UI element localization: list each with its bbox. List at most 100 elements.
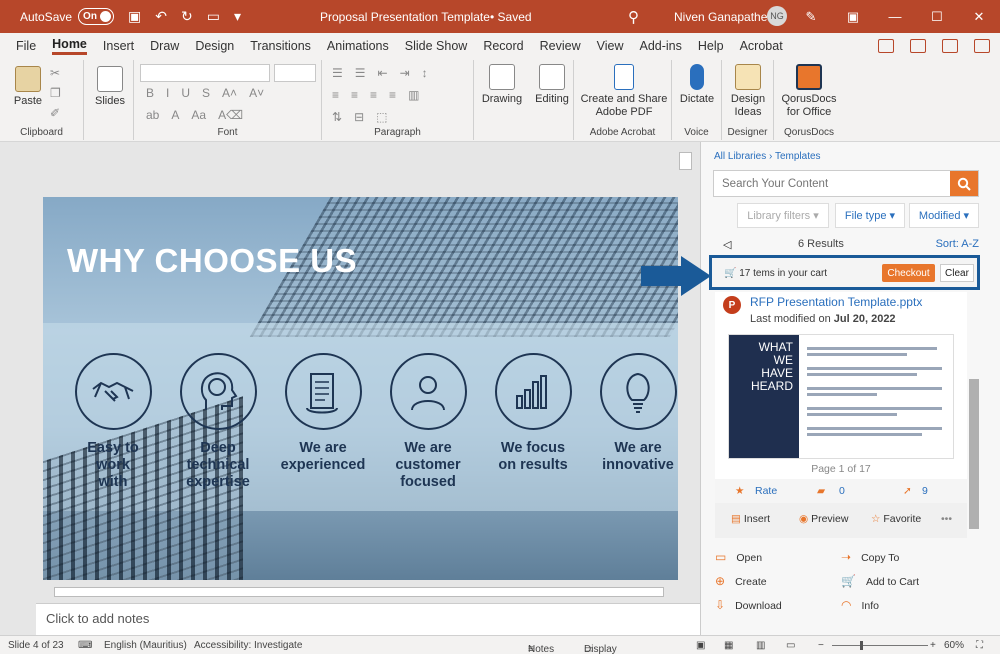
slide-title[interactable]: WHY CHOOSE US: [67, 242, 357, 280]
feature-item[interactable]: Deep technical expertise: [168, 353, 268, 491]
breadcrumb-current[interactable]: Templates: [775, 151, 821, 162]
feature-item[interactable]: We focus on results: [483, 353, 583, 474]
normal-view-icon[interactable]: ▣: [696, 640, 705, 651]
slides-button[interactable]: Slides: [92, 66, 128, 107]
drawing-button[interactable]: Drawing: [480, 64, 524, 105]
library-filters-dropdown[interactable]: Library filters ▾: [737, 203, 829, 228]
pen-icon[interactable]: ✎: [790, 9, 832, 25]
italic-icon[interactable]: I: [166, 86, 169, 100]
panel-scrollbar[interactable]: [969, 379, 979, 529]
accessibility-indicator[interactable]: Accessibility: Investigate: [194, 640, 302, 651]
text-effects-icon[interactable]: Aa: [191, 108, 206, 122]
search-input[interactable]: [714, 171, 950, 196]
present-online-icon[interactable]: [942, 38, 958, 53]
comment-icon[interactable]: ▰: [817, 485, 825, 497]
paste-button[interactable]: Paste: [10, 66, 46, 107]
more-button[interactable]: •••: [941, 513, 952, 525]
feature-item[interactable]: We are innovative: [588, 353, 678, 474]
template-preview[interactable]: WHAT WE HAVE HEARD: [728, 334, 954, 459]
tab-insert[interactable]: Insert: [103, 39, 134, 53]
justify-icon[interactable]: ≡: [389, 88, 396, 102]
share-icon[interactable]: [974, 38, 990, 53]
text-highlight-icon[interactable]: ab: [146, 108, 159, 122]
create-share-pdf-button[interactable]: Create and Share Adobe PDF: [578, 64, 670, 119]
cursor-click-icon[interactable]: ➚: [903, 485, 912, 497]
modified-dropdown[interactable]: Modified ▾: [909, 203, 979, 228]
fit-slide-icon[interactable]: ⛶: [976, 640, 983, 651]
tab-acrobat[interactable]: Acrobat: [740, 39, 783, 53]
slide-canvas[interactable]: WHY CHOOSE US Easy to work with Deep tec…: [43, 197, 678, 580]
tab-view[interactable]: View: [597, 39, 624, 53]
feature-item[interactable]: We are customer focused: [378, 353, 478, 491]
font-color-icon[interactable]: A: [171, 108, 179, 122]
copy-to-action[interactable]: ➝ Copy To: [841, 550, 899, 564]
notes-pane[interactable]: Click to add notes: [36, 603, 700, 635]
design-ideas-button[interactable]: Design Ideas: [726, 64, 770, 119]
clear-button[interactable]: Clear: [940, 264, 974, 282]
editing-button[interactable]: Editing: [532, 64, 572, 105]
strikethrough-icon[interactable]: S: [202, 86, 210, 100]
align-text-icon[interactable]: ⊟: [354, 110, 364, 124]
download-action[interactable]: ⇩ Download: [715, 598, 782, 612]
slide-sorter-icon[interactable]: ▦: [724, 640, 733, 651]
tab-draw[interactable]: Draw: [150, 39, 179, 53]
tab-file[interactable]: File: [16, 39, 36, 53]
tab-slide-show[interactable]: Slide Show: [405, 39, 468, 53]
search-button[interactable]: [950, 171, 978, 196]
font-size-input[interactable]: [274, 64, 316, 82]
tab-transitions[interactable]: Transitions: [250, 39, 311, 53]
qorusdocs-button[interactable]: QorusDocs for Office: [776, 64, 842, 119]
comments-icon[interactable]: [878, 38, 894, 53]
spellcheck-icon[interactable]: ⌨: [78, 640, 92, 651]
slide-counter[interactable]: Slide 4 of 23: [8, 640, 64, 651]
zoom-in-icon[interactable]: +: [930, 640, 936, 651]
file-name-link[interactable]: RFP Presentation Template.pptx: [750, 295, 922, 309]
align-left-icon[interactable]: ≡: [332, 88, 339, 102]
zoom-slider-handle[interactable]: [860, 641, 863, 650]
zoom-level[interactable]: 60%: [944, 640, 964, 651]
font-shrink-icon[interactable]: A˅: [249, 86, 264, 100]
avatar[interactable]: NG: [767, 6, 787, 26]
preview-button[interactable]: ◉ Preview: [799, 513, 848, 525]
numbering-icon[interactable]: ☰: [355, 66, 366, 80]
feature-item[interactable]: Easy to work with: [63, 353, 163, 491]
format-painter-icon[interactable]: ✐: [50, 106, 61, 120]
smartart-icon[interactable]: ⬚: [376, 110, 387, 124]
star-icon[interactable]: ★: [735, 485, 744, 497]
breadcrumb-root[interactable]: All Libraries: [714, 151, 766, 162]
reading-view-icon[interactable]: ▥: [756, 640, 765, 651]
tab-design[interactable]: Design: [195, 39, 234, 53]
record-icon[interactable]: [910, 38, 926, 53]
language-indicator[interactable]: English (Mauritius): [104, 640, 187, 651]
user-name[interactable]: Niven Ganapathee: [674, 10, 774, 24]
tab-help[interactable]: Help: [698, 39, 724, 53]
saved-status[interactable]: • Saved: [490, 10, 532, 24]
font-name-input[interactable]: [140, 64, 270, 82]
align-right-icon[interactable]: ≡: [370, 88, 377, 102]
rate-link[interactable]: Rate: [755, 485, 777, 497]
megaphone-icon[interactable]: ◁: [723, 238, 731, 251]
slideshow-view-icon[interactable]: ▭: [786, 640, 795, 651]
favorite-button[interactable]: ☆ Favorite: [871, 513, 921, 525]
font-grow-icon[interactable]: A˄: [222, 86, 237, 100]
dictate-button[interactable]: Dictate: [676, 64, 718, 105]
slide-horizontal-scrollbar[interactable]: [40, 585, 690, 598]
tab-add-ins[interactable]: Add-ins: [639, 39, 681, 53]
line-spacing-icon[interactable]: ↕: [422, 66, 428, 80]
zoom-slider[interactable]: [832, 645, 928, 646]
open-action[interactable]: ▭ Open: [715, 550, 762, 564]
undo-icon[interactable]: ↶: [155, 8, 167, 25]
tab-review[interactable]: Review: [540, 39, 581, 53]
ribbon-display-icon[interactable]: ▣: [832, 9, 874, 25]
text-direction-icon[interactable]: ⇅: [332, 110, 342, 124]
slide-vertical-scrollbar[interactable]: [679, 152, 692, 580]
cut-icon[interactable]: ✂: [50, 66, 61, 80]
bold-icon[interactable]: B: [146, 86, 154, 100]
columns-icon[interactable]: ▥: [408, 88, 419, 102]
bullets-icon[interactable]: ☰: [332, 66, 343, 80]
thumbnail-strip[interactable]: [0, 142, 24, 635]
feature-item[interactable]: We are experienced: [273, 353, 373, 474]
increase-indent-icon[interactable]: ⇥: [400, 66, 410, 80]
redo-icon[interactable]: ↻: [181, 8, 193, 25]
minimize-icon[interactable]: —: [874, 9, 916, 24]
